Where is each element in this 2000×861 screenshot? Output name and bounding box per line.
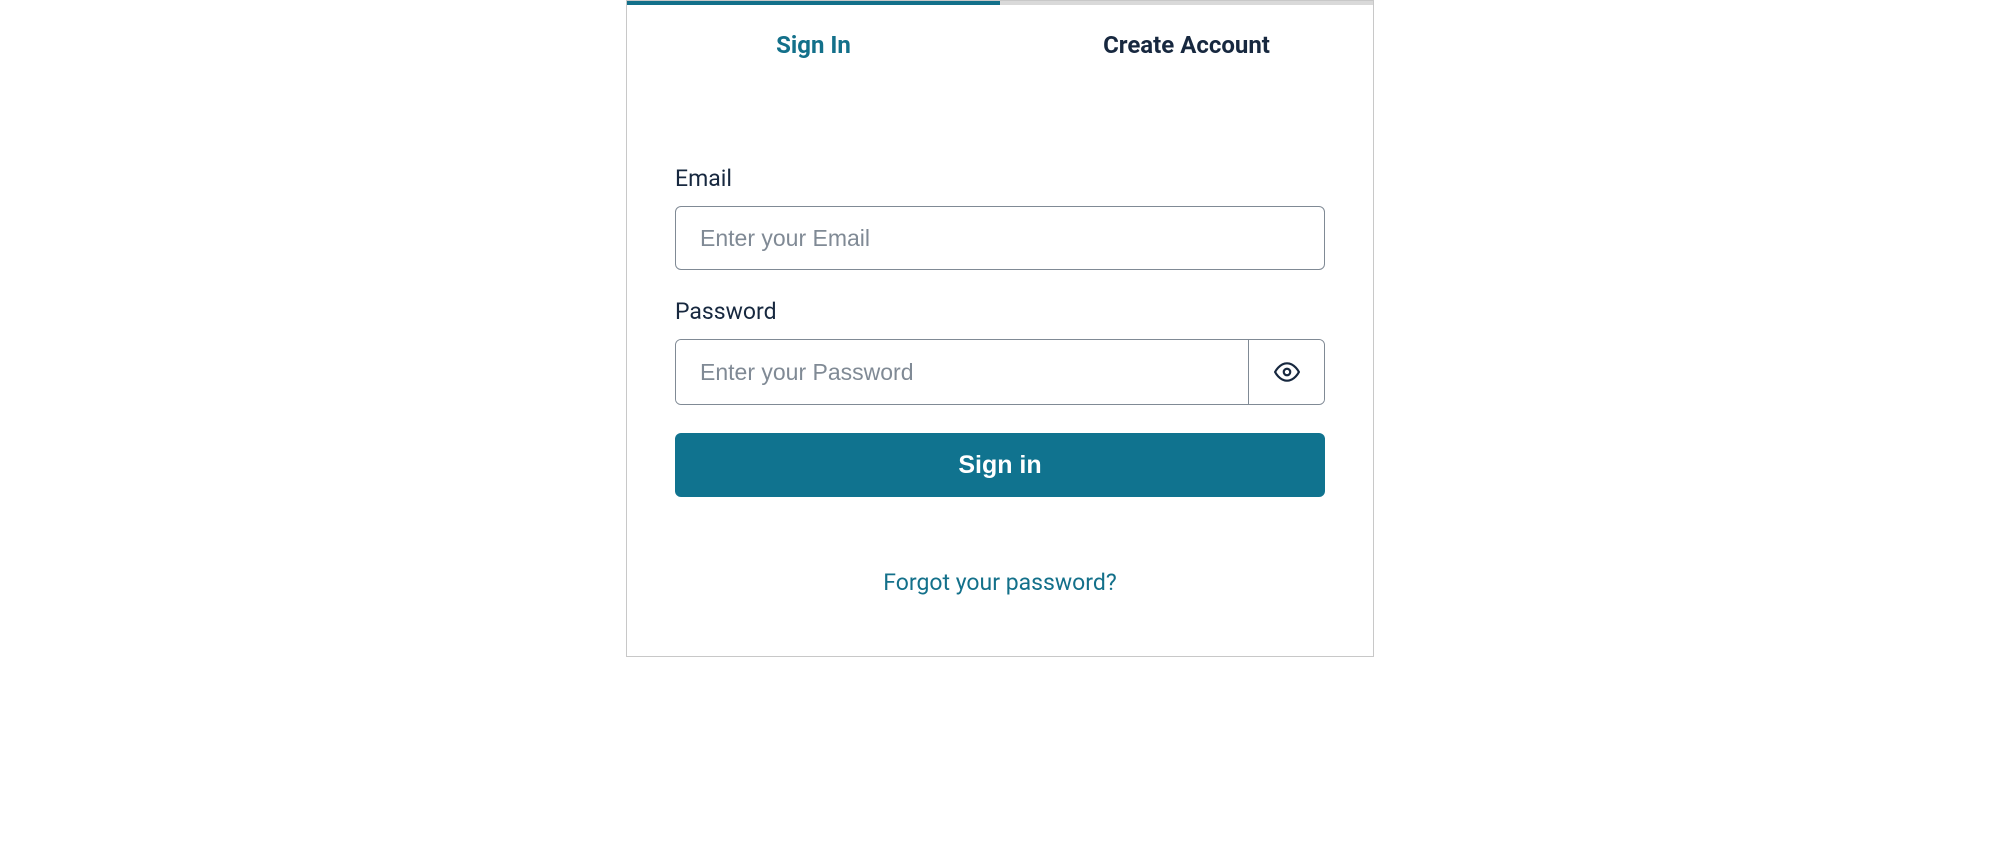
password-input[interactable] [676,340,1248,404]
tab-sign-in[interactable]: Sign In [627,1,1000,85]
email-field-group: Email [675,165,1325,270]
sign-in-form: Email Password Sign in Forgot your passw… [627,85,1373,596]
password-label: Password [675,298,1325,325]
tab-create-account[interactable]: Create Account [1000,1,1373,85]
sign-in-button[interactable]: Sign in [675,433,1325,497]
auth-card: Sign In Create Account Email Password Si… [626,0,1374,657]
auth-tabs: Sign In Create Account [627,1,1373,85]
eye-icon [1274,359,1300,385]
forgot-password-link[interactable]: Forgot your password? [675,569,1325,596]
password-field-group: Password [675,298,1325,405]
password-input-wrapper [675,339,1325,405]
toggle-password-visibility[interactable] [1248,340,1324,404]
email-input[interactable] [675,206,1325,270]
email-label: Email [675,165,1325,192]
